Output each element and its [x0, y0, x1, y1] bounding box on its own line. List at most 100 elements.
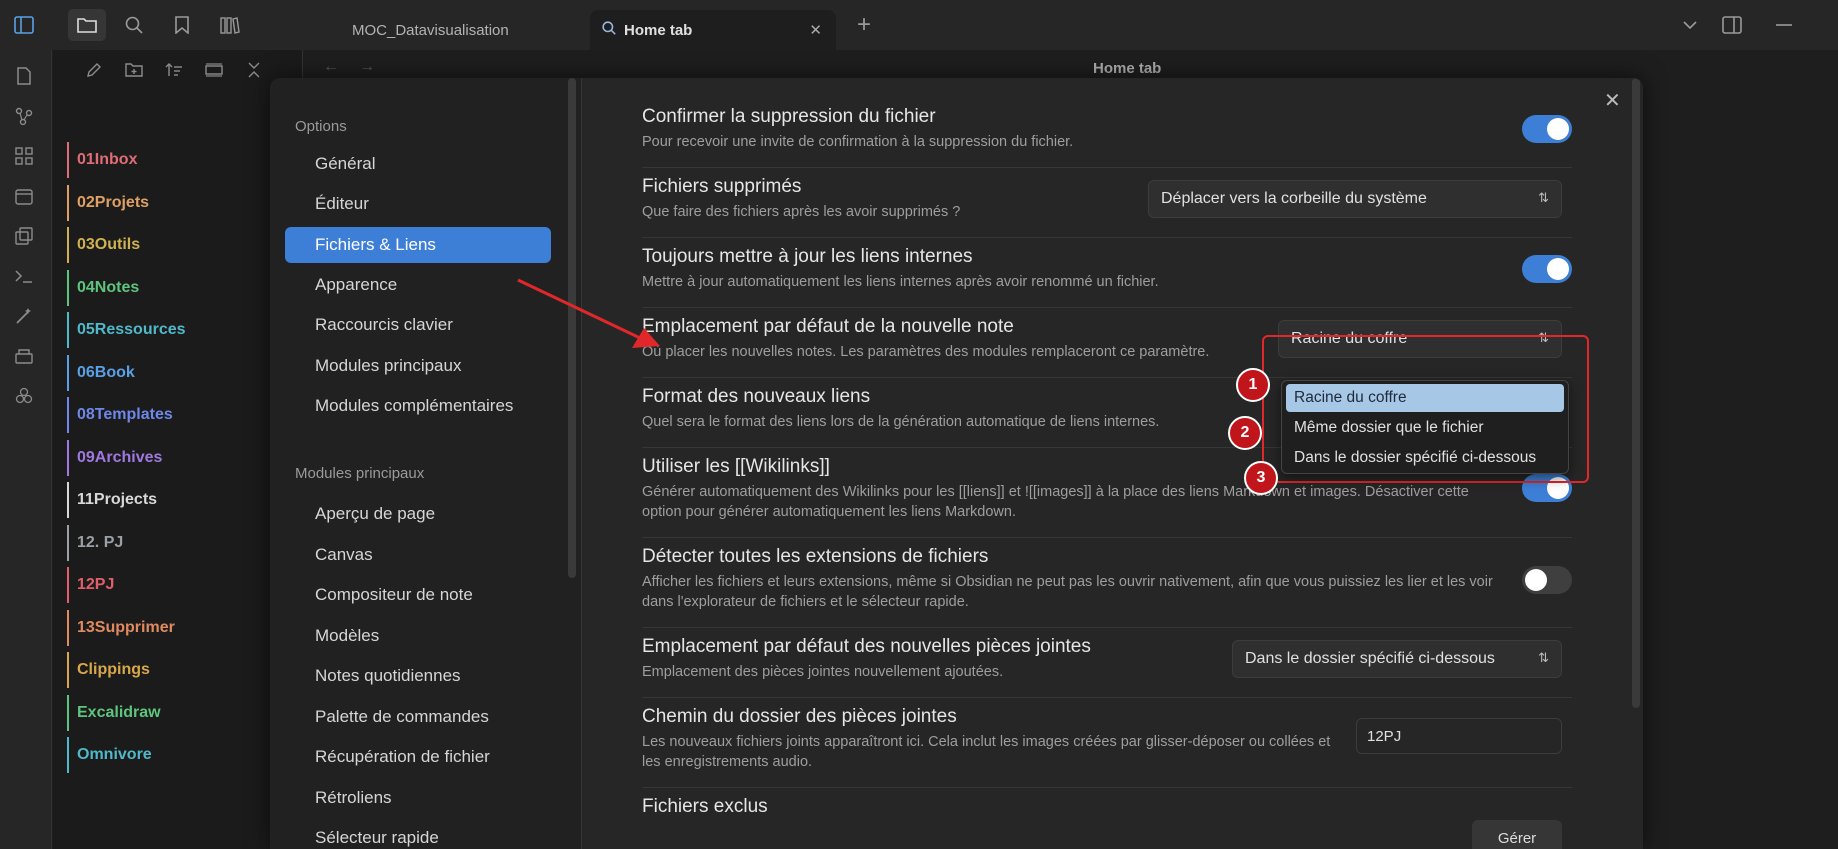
bookmark-icon[interactable]: [168, 11, 196, 39]
annotation-arrow-icon: [517, 278, 660, 348]
setting-detect-extensions: Détecter toutes les extensions de fichie…: [642, 538, 1572, 628]
input-value: 12PJ: [1367, 727, 1402, 745]
setting-desc: Quel sera le format des liens lors de la…: [642, 414, 1160, 430]
tab-moc-datavisualisation[interactable]: MOC_Datavisualisation: [340, 10, 580, 50]
plugins-icon[interactable]: [12, 384, 36, 408]
nav-item[interactable]: Rétroliens: [285, 780, 551, 816]
nav-item[interactable]: Éditeur: [285, 186, 551, 222]
nav-item[interactable]: Canvas: [285, 537, 551, 573]
tab-home[interactable]: Home tab ✕: [590, 10, 836, 50]
confirm-delete-toggle[interactable]: [1522, 115, 1572, 143]
setting-desc: Où placer les nouvelles notes. Les param…: [642, 344, 1210, 360]
attachment-location-select[interactable]: Dans le dossier spécifié ci-dessous ⇅: [1232, 640, 1562, 678]
folder-item[interactable]: 06Book: [67, 354, 287, 391]
files-folder-icon[interactable]: [68, 9, 106, 41]
grid-icon[interactable]: [12, 144, 36, 168]
setting-desc: Générer automatiquement des Wikilinks po…: [642, 484, 1469, 520]
folder-item[interactable]: 09Archives: [67, 439, 287, 476]
folder-item[interactable]: 01Inbox: [67, 142, 287, 178]
folder-item[interactable]: 04Notes: [67, 269, 287, 306]
attachment-folder-input[interactable]: 12PJ: [1356, 718, 1562, 754]
detect-extensions-toggle[interactable]: [1522, 566, 1572, 594]
nav-item[interactable]: Modules complémentaires: [285, 388, 551, 424]
dropdown-option-vault-root[interactable]: Racine du coffre: [1286, 384, 1564, 412]
annotation-marker-2: 2: [1228, 416, 1262, 450]
manage-excluded-button[interactable]: Gérer: [1472, 820, 1562, 849]
folder-item[interactable]: 08Templates: [67, 397, 287, 433]
minimize-icon[interactable]: [1770, 11, 1798, 39]
nav-item[interactable]: Compositeur de note: [285, 577, 551, 613]
nav-heading-core-modules: Modules principaux: [295, 465, 425, 482]
new-tab-icon[interactable]: +: [850, 11, 878, 39]
search-icon: [602, 21, 616, 39]
new-folder-icon[interactable]: [121, 58, 147, 82]
dropdown-option-same-folder[interactable]: Même dossier que le fichier: [1286, 414, 1564, 442]
annotation-marker-1: 1: [1236, 368, 1270, 402]
tab-close-icon[interactable]: ✕: [809, 21, 822, 39]
sort-icon[interactable]: [161, 58, 187, 82]
setting-name: Format des nouveaux liens: [642, 386, 871, 407]
tab-label: MOC_Datavisualisation: [352, 21, 509, 39]
nav-item[interactable]: Aperçu de page: [285, 496, 551, 532]
nav-item[interactable]: Palette de commandes: [285, 699, 551, 735]
deleted-files-select[interactable]: Déplacer vers la corbeille du système ⇅: [1148, 180, 1562, 218]
library-icon[interactable]: [216, 11, 244, 39]
auto-reveal-icon[interactable]: [201, 58, 227, 82]
setting-name: Utiliser les [[Wikilinks]]: [642, 456, 830, 477]
terminal-icon[interactable]: [12, 264, 36, 288]
nav-item[interactable]: Général: [285, 146, 551, 182]
settings-nav: Options Général Éditeur Fichiers & Liens Ap…: [270, 78, 582, 849]
typewriter-icon[interactable]: [12, 344, 36, 368]
setting-desc: Emplacement des pièces jointes nouvellem…: [642, 664, 1004, 680]
setting-excluded-files: Fichiers exclus Gérer: [642, 788, 1572, 849]
folder-item[interactable]: 05Ressources: [67, 312, 287, 348]
setting-update-links: Toujours mettre à jour les liens interne…: [642, 238, 1572, 308]
sidebar-toggle-icon[interactable]: [10, 11, 38, 39]
nav-item[interactable]: Notes quotidiennes: [285, 658, 551, 694]
update-links-toggle[interactable]: [1522, 255, 1572, 283]
copy-icon[interactable]: [12, 224, 36, 248]
select-value: Déplacer vers la corbeille du système: [1161, 190, 1427, 207]
search-icon[interactable]: [120, 11, 148, 39]
folder-item[interactable]: Excalidraw: [67, 694, 287, 731]
nav-item[interactable]: Fichiers & Liens: [285, 226, 551, 263]
file-icon[interactable]: [12, 64, 36, 88]
setting-desc: Pour recevoir une invite de confirmation…: [642, 134, 1074, 150]
nav-item[interactable]: Sélecteur rapide: [285, 820, 551, 849]
nav-item[interactable]: Modèles: [285, 618, 551, 654]
folder-item[interactable]: Omnivore: [67, 737, 287, 773]
setting-desc: Les nouveaux fichiers joints apparaîtron…: [642, 734, 1331, 770]
nav-item[interactable]: Récupération de fichier: [285, 739, 551, 775]
right-sidebar-toggle-icon[interactable]: [1718, 11, 1746, 39]
folder-item[interactable]: 03Outils: [67, 227, 287, 263]
folder-item[interactable]: 11Projects: [67, 482, 287, 518]
setting-name: Emplacement par défaut des nouvelles piè…: [642, 636, 1091, 657]
chevron-down-icon[interactable]: [1676, 11, 1704, 39]
chevron-updown-icon: ⇅: [1538, 650, 1549, 665]
folder-item[interactable]: 13Supprimer: [67, 609, 287, 646]
folder-item[interactable]: 02Projets: [67, 184, 287, 221]
tab-label: Home tab: [624, 21, 693, 39]
new-note-location-dropdown[interactable]: Racine du coffre Même dossier que le fic…: [1281, 380, 1569, 474]
calendar-icon[interactable]: [12, 184, 36, 208]
setting-desc: Mettre à jour automatiquement les liens …: [642, 274, 1159, 290]
setting-desc: Que faire des fichiers après les avoir s…: [642, 204, 961, 220]
nav-heading-options: Options: [295, 118, 347, 135]
content-scrollbar[interactable]: [1632, 78, 1640, 708]
folder-item[interactable]: Clippings: [67, 652, 287, 688]
folder-item[interactable]: 12PJ: [67, 567, 287, 603]
back-arrow-icon[interactable]: ←: [323, 58, 339, 76]
setting-name: Fichiers exclus: [642, 796, 768, 817]
graph-icon[interactable]: [12, 104, 36, 128]
chevron-updown-icon: ⇅: [1538, 190, 1549, 205]
folder-item[interactable]: 12. PJ: [67, 524, 287, 561]
setting-name: Toujours mettre à jour les liens interne…: [642, 246, 973, 267]
close-icon[interactable]: ✕: [1604, 88, 1621, 113]
forward-arrow-icon[interactable]: →: [359, 58, 375, 76]
new-note-icon[interactable]: [81, 58, 107, 82]
collapse-all-icon[interactable]: [241, 58, 267, 82]
magic-wand-icon[interactable]: [12, 304, 36, 328]
dropdown-option-specified-folder[interactable]: Dans le dossier spécifié ci-dessous: [1286, 444, 1564, 472]
file-explorer: 01Inbox 02Projets 03Outils 04Notes 05Ressour…: [53, 50, 303, 849]
annotation-marker-3: 3: [1244, 461, 1278, 495]
